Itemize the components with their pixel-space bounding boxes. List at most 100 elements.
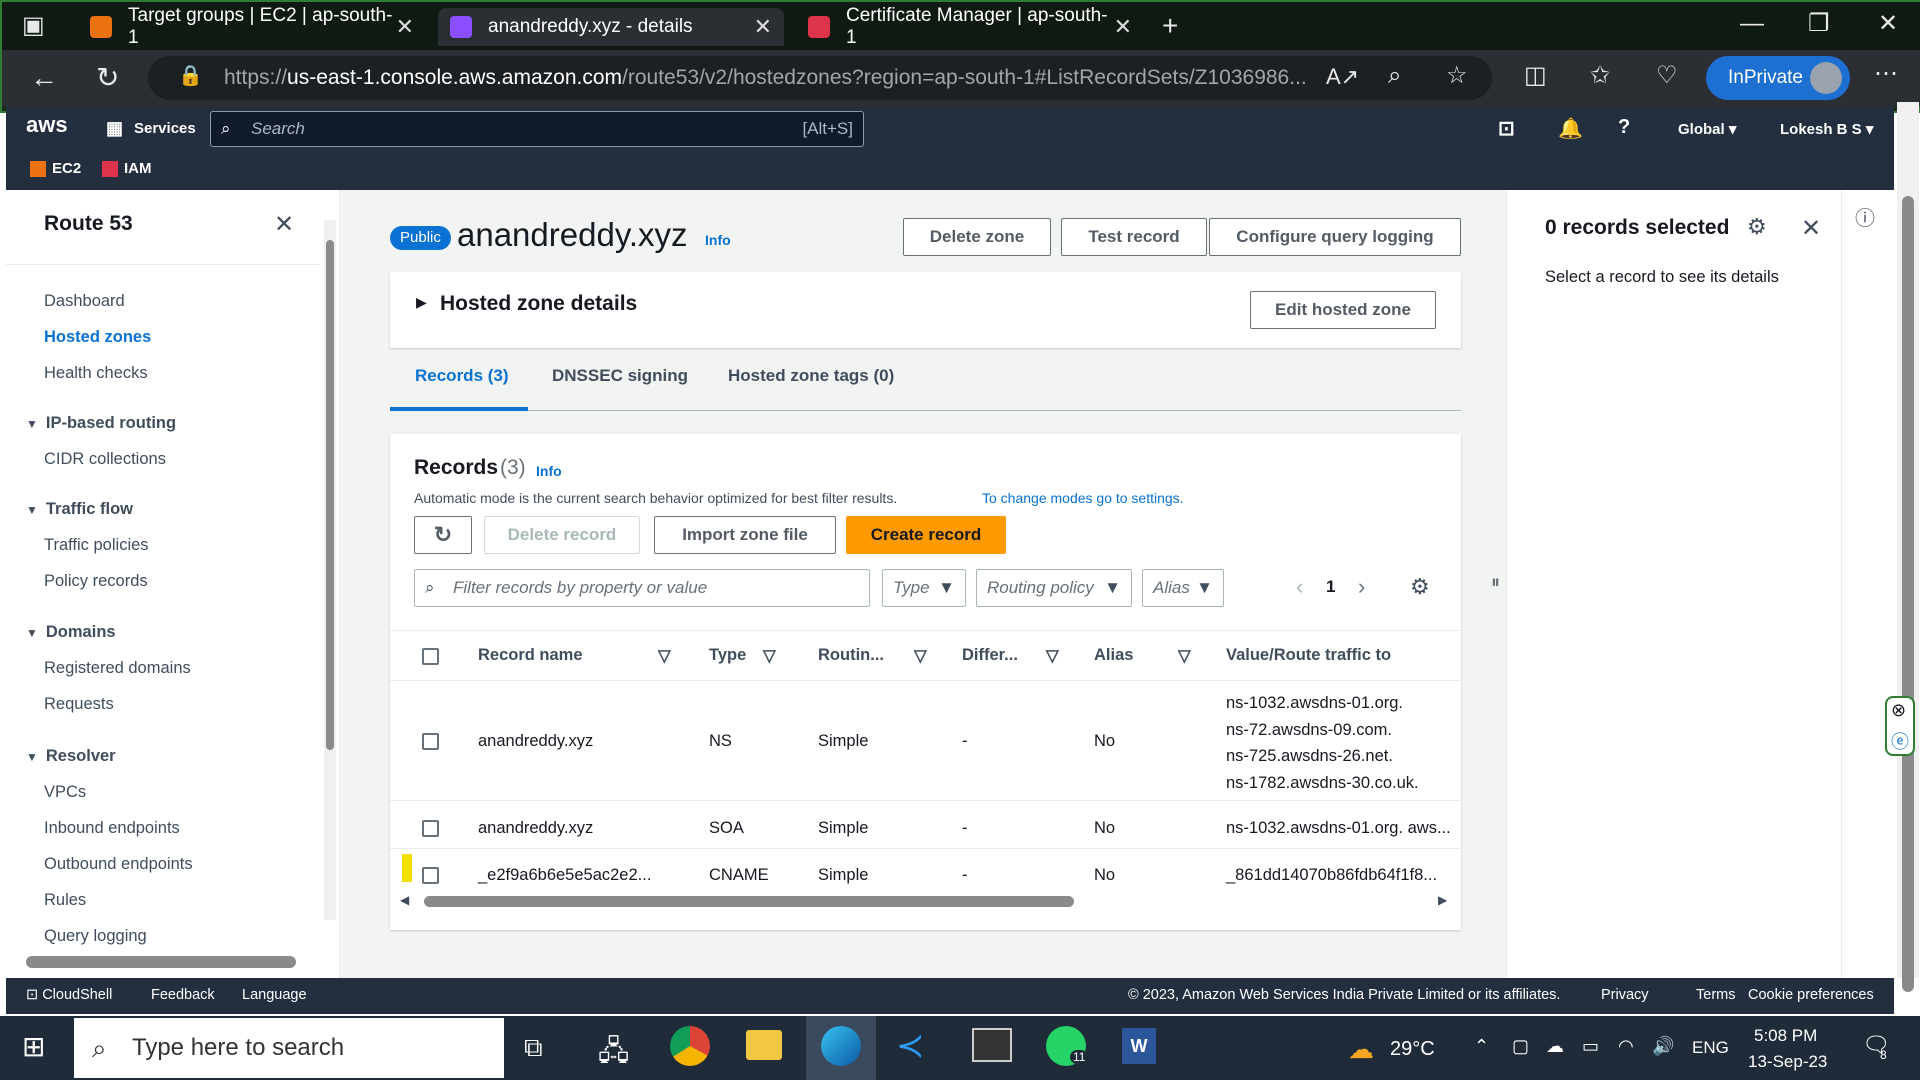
- temperature[interactable]: 29°C: [1390, 1038, 1435, 1061]
- edge-e-icon[interactable]: ⓔ: [1891, 728, 1909, 754]
- scrollbar-thumb[interactable]: [326, 240, 334, 750]
- refresh-button[interactable]: ↻: [414, 516, 472, 554]
- new-tab-icon[interactable]: +: [1162, 12, 1178, 40]
- back-icon[interactable]: ←: [30, 64, 58, 92]
- records-info-link[interactable]: Info: [536, 463, 562, 479]
- wifi-icon[interactable]: ◠: [1618, 1036, 1634, 1057]
- split-screen-icon[interactable]: ◫: [1524, 64, 1547, 88]
- help-icon[interactable]: ?: [1618, 116, 1630, 139]
- sidebar-item-policy-records[interactable]: Policy records: [44, 572, 148, 591]
- favorite-iam[interactable]: IAM: [102, 160, 152, 178]
- settings-link[interactable]: To change modes go to settings.: [982, 490, 1184, 506]
- onedrive-icon[interactable]: ☁: [1546, 1036, 1564, 1057]
- configure-query-logging-button[interactable]: Configure query logging: [1209, 218, 1461, 256]
- import-zone-file-button[interactable]: Import zone file: [654, 516, 836, 554]
- delete-zone-button[interactable]: Delete zone: [903, 218, 1051, 256]
- resize-handle-icon[interactable]: ⏸: [1491, 572, 1500, 593]
- table-hscrollbar-thumb[interactable]: [424, 896, 1074, 907]
- sidebar-scrollbar[interactable]: [324, 220, 336, 920]
- search-input[interactable]: ⌕ Search [Alt+S]: [210, 111, 864, 147]
- col-value[interactable]: Value/Route traffic to: [1226, 646, 1391, 665]
- record-name[interactable]: anandreddy.xyz: [478, 732, 593, 751]
- sidebar-item-inbound-endpoints[interactable]: Inbound endpoints: [44, 819, 180, 838]
- scrollbar-thumb[interactable]: [1902, 196, 1914, 992]
- col-record-name[interactable]: Record name ▽: [478, 646, 671, 665]
- sidebar-section-domains[interactable]: Domains: [26, 623, 116, 642]
- restore-icon[interactable]: ❐: [1808, 12, 1830, 36]
- close-panel-icon[interactable]: ✕: [1801, 214, 1821, 243]
- col-differentiator[interactable]: Differ... ▽: [962, 646, 1059, 665]
- network-app-icon[interactable]: 🖧: [598, 1030, 629, 1078]
- windows-start-icon[interactable]: ⊞: [22, 1030, 45, 1063]
- col-routing[interactable]: Routin... ▽: [818, 646, 927, 665]
- page-scrollbar[interactable]: [1897, 102, 1919, 992]
- sidebar-item-requests[interactable]: Requests: [44, 695, 114, 714]
- edit-hosted-zone-button[interactable]: Edit hosted zone: [1250, 291, 1436, 329]
- sidebar-section-resolver[interactable]: Resolver: [26, 747, 116, 766]
- close-tab-icon[interactable]: ✕: [396, 14, 414, 40]
- close-tab-icon[interactable]: ✕: [754, 14, 772, 40]
- row-checkbox[interactable]: [422, 733, 439, 750]
- scroll-right-icon[interactable]: ▶: [1438, 893, 1447, 907]
- filter-records-input[interactable]: ⌕ Filter records by property or value: [414, 569, 870, 607]
- scroll-left-icon[interactable]: ◀: [400, 893, 409, 907]
- col-type[interactable]: Type ▽: [709, 646, 776, 665]
- sidebar-item-query-logging[interactable]: Query logging: [44, 927, 147, 946]
- account-menu[interactable]: Lokesh B S ▾: [1780, 120, 1873, 138]
- clock-time[interactable]: 5:08 PM: [1754, 1026, 1817, 1046]
- privacy-link[interactable]: Privacy: [1601, 987, 1649, 1003]
- favorite-ec2[interactable]: EC2: [30, 160, 81, 178]
- browser-tab-target-groups[interactable]: Target groups | EC2 | ap-south-1 ✕: [78, 5, 426, 48]
- close-circle-icon[interactable]: ⊗: [1891, 700, 1906, 721]
- services-menu[interactable]: Services: [134, 120, 196, 137]
- sidebar-hscrollbar[interactable]: [26, 956, 296, 968]
- volume-icon[interactable]: 🔊: [1652, 1036, 1674, 1057]
- preferences-gear-icon[interactable]: ⚙: [1747, 214, 1767, 240]
- next-page-icon[interactable]: ›: [1358, 574, 1365, 600]
- record-name[interactable]: _e2f9a6b6e5e5ac2e2...: [478, 866, 651, 885]
- sidebar-item-registered-domains[interactable]: Registered domains: [44, 659, 191, 678]
- notifications-bell-icon[interactable]: 🔔: [1558, 116, 1583, 141]
- sidebar-section-ip-routing[interactable]: IP-based routing: [26, 414, 176, 433]
- whatsapp-icon[interactable]: 11: [1046, 1026, 1089, 1066]
- aws-logo[interactable]: aws: [26, 112, 68, 138]
- test-record-button[interactable]: Test record: [1061, 218, 1207, 256]
- sidebar-item-dashboard[interactable]: Dashboard: [44, 292, 125, 311]
- taskbar-search-input[interactable]: ⌕ Type here to search: [74, 1018, 504, 1078]
- tray-device-icon[interactable]: ▢: [1512, 1036, 1529, 1057]
- minimize-icon[interactable]: —: [1740, 12, 1764, 36]
- cookie-preferences-link[interactable]: Cookie preferences: [1748, 987, 1874, 1003]
- refresh-icon[interactable]: ↻: [96, 64, 119, 92]
- page-number[interactable]: 1: [1326, 577, 1335, 597]
- record-name[interactable]: anandreddy.xyz: [478, 819, 593, 838]
- row-checkbox[interactable]: [422, 867, 439, 884]
- file-explorer-icon[interactable]: [746, 1030, 782, 1060]
- favorites-icon[interactable]: ✩: [1590, 64, 1610, 88]
- vscode-icon[interactable]: ≺: [896, 1026, 925, 1066]
- alias-filter-select[interactable]: Alias ▼: [1142, 569, 1224, 607]
- prev-page-icon[interactable]: ‹: [1296, 574, 1303, 600]
- hosted-zone-details-title[interactable]: Hosted zone details: [440, 292, 637, 316]
- chrome-icon[interactable]: [670, 1026, 710, 1066]
- delete-record-button[interactable]: Delete record: [484, 516, 640, 554]
- cloudshell-icon[interactable]: ⊡: [1498, 116, 1515, 141]
- info-link[interactable]: Info: [705, 232, 731, 248]
- tray-chevron-icon[interactable]: ⌃: [1474, 1036, 1489, 1057]
- close-window-icon[interactable]: ✕: [1878, 12, 1898, 36]
- col-alias[interactable]: Alias ▽: [1094, 646, 1191, 665]
- sidebar-item-traffic-policies[interactable]: Traffic policies: [44, 536, 149, 555]
- sidebar-item-hosted-zones[interactable]: Hosted zones: [44, 328, 151, 347]
- sidebar-item-outbound-endpoints[interactable]: Outbound endpoints: [44, 855, 193, 874]
- read-aloud-icon[interactable]: A↗: [1326, 66, 1359, 88]
- routing-policy-filter-select[interactable]: Routing policy ▼: [976, 569, 1132, 607]
- sidebar-item-cidr[interactable]: CIDR collections: [44, 450, 166, 469]
- terms-link[interactable]: Terms: [1696, 987, 1735, 1003]
- row-checkbox[interactable]: [422, 820, 439, 837]
- tab-hosted-zone-tags[interactable]: Hosted zone tags (0): [728, 366, 894, 386]
- type-filter-select[interactable]: Type ▼: [882, 569, 966, 607]
- extension-widget[interactable]: ⊗ ⓔ: [1885, 696, 1915, 756]
- info-circle-icon[interactable]: ⓘ: [1855, 202, 1875, 231]
- feedback-link[interactable]: Feedback: [151, 987, 215, 1003]
- input-language[interactable]: ENG: [1692, 1038, 1729, 1058]
- browser-tab-details[interactable]: anandreddy.xyz - details ✕: [438, 8, 784, 46]
